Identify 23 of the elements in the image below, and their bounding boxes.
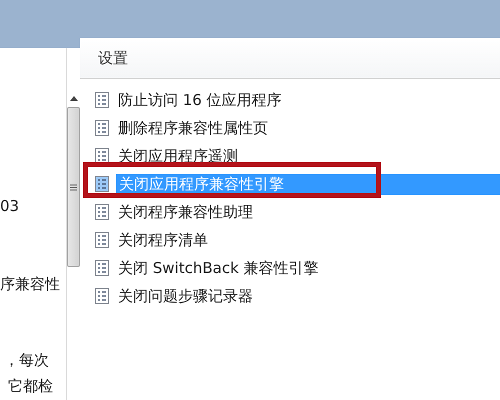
- setting-item[interactable]: 关闭程序兼容性助理: [80, 198, 500, 226]
- scroll-up-icon[interactable]: [70, 96, 78, 101]
- grip-icon: [70, 184, 77, 190]
- description-text: 它都检: [7, 376, 54, 396]
- setting-item[interactable]: 关闭程序清单: [80, 226, 500, 254]
- policy-icon: [95, 120, 109, 136]
- scrollbar[interactable]: [66, 48, 80, 400]
- policy-icon: [95, 288, 109, 304]
- policy-icon: [95, 176, 109, 192]
- setting-item[interactable]: 删除程序兼容性属性页: [80, 114, 500, 142]
- column-header[interactable]: 设置: [80, 38, 500, 79]
- scroll-thumb[interactable]: [67, 107, 80, 267]
- policy-icon: [95, 92, 109, 108]
- policy-icon: [95, 232, 109, 248]
- policy-icon: [95, 260, 109, 276]
- setting-item[interactable]: 关闭 SwitchBack 兼容性引擎: [80, 254, 500, 282]
- description-text: 03: [0, 196, 20, 216]
- description-text: ，每次: [3, 350, 50, 370]
- policy-icon: [95, 148, 109, 164]
- policy-icon: [95, 204, 109, 220]
- description-text: 序兼容性: [0, 274, 61, 294]
- setting-item[interactable]: 关闭问题步骤记录器: [80, 282, 500, 310]
- setting-item[interactable]: 防止访问 16 位应用程序: [80, 86, 500, 114]
